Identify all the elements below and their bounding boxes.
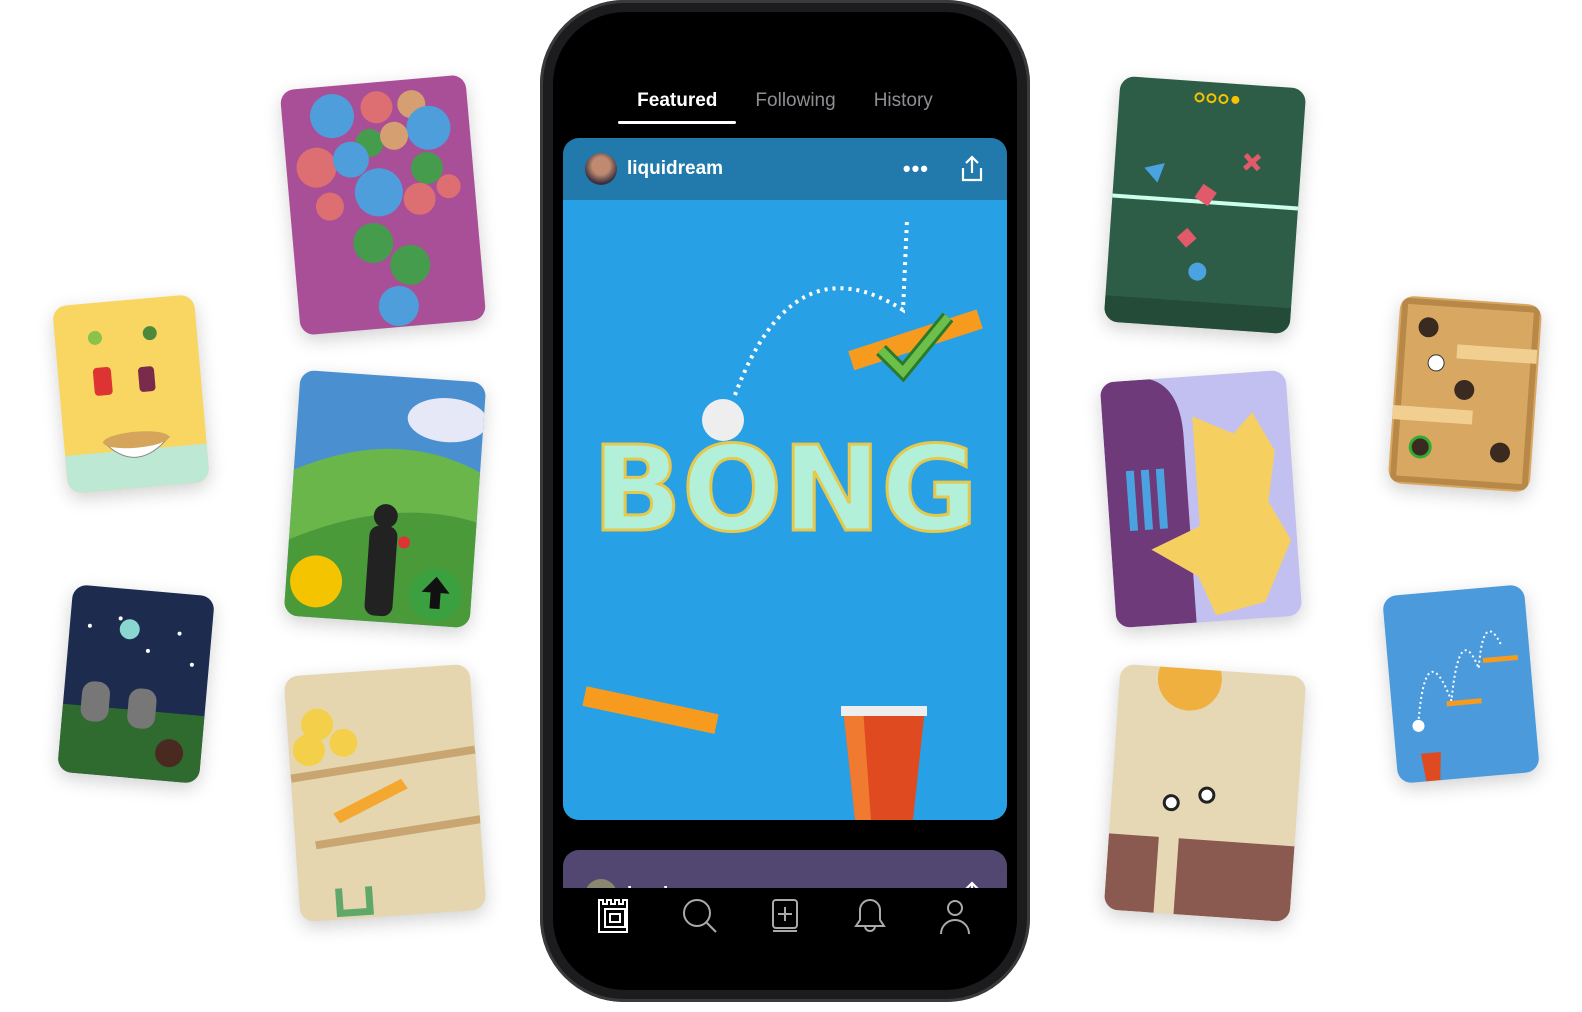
plank: [582, 686, 719, 734]
profile-icon[interactable]: [935, 896, 975, 936]
game-card-maze[interactable]: [1387, 295, 1543, 493]
game-card-cheese[interactable]: [283, 663, 487, 923]
trajectory-line: [733, 219, 909, 396]
home-icon[interactable]: [595, 896, 635, 936]
game-card-recipe[interactable]: [52, 294, 210, 494]
game-preview[interactable]: BONG: [563, 200, 1007, 820]
search-icon[interactable]: [680, 896, 720, 936]
create-icon[interactable]: [765, 896, 805, 936]
game-card-field[interactable]: [1103, 75, 1307, 335]
game-card-sun[interactable]: [1103, 663, 1307, 923]
more-options-icon[interactable]: •••: [903, 156, 929, 182]
game-card-hills[interactable]: [283, 369, 487, 629]
bottom-nav: [553, 888, 1017, 976]
tab-following[interactable]: Following: [736, 90, 854, 122]
post-card: liquidream ••• BONG: [563, 138, 1007, 820]
game-title: BONG: [592, 420, 978, 558]
tab-featured[interactable]: Featured: [618, 90, 737, 124]
avatar[interactable]: [585, 153, 617, 185]
bell-icon[interactable]: [850, 896, 890, 936]
share-icon[interactable]: [959, 155, 985, 183]
tab-history[interactable]: History: [855, 90, 952, 122]
app-screen: Featured Following History liquidream ••…: [553, 12, 1017, 990]
game-card-bong-mini[interactable]: [1382, 584, 1540, 784]
post-header: liquidream •••: [563, 138, 1007, 200]
username[interactable]: liquidream: [627, 158, 903, 180]
game-card-lavender[interactable]: [1099, 369, 1303, 629]
game-card-bubbles[interactable]: [279, 74, 487, 336]
phone-frame: Featured Following History liquidream ••…: [540, 0, 1030, 1002]
game-card-graveyard[interactable]: [57, 584, 215, 784]
feed-tabs: Featured Following History: [553, 90, 1017, 124]
